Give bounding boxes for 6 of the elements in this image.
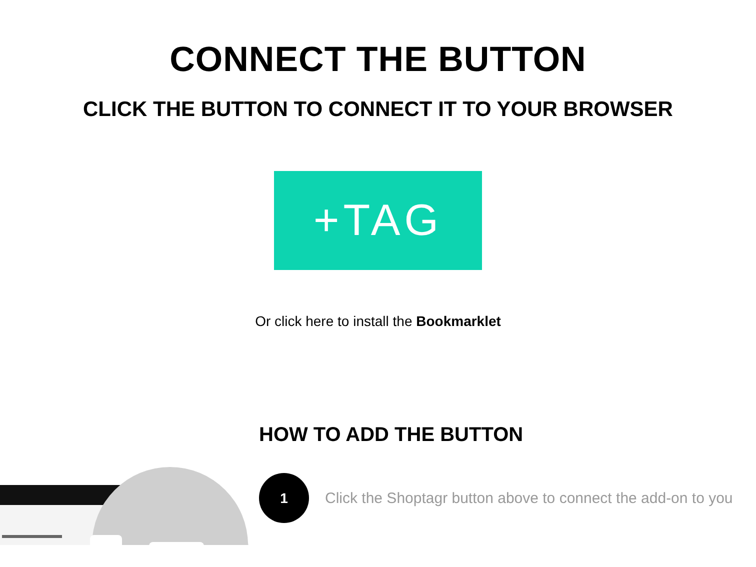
page-title: CONNECT THE BUTTON <box>170 40 586 80</box>
bookmarklet-link[interactable]: Or click here to install the Bookmarklet <box>255 312 501 330</box>
step-text: Click the Shoptagr button above to connect the add-on to you <box>325 490 733 506</box>
page-subtitle: CLICK THE BUTTON TO CONNECT IT TO YOUR BROWSER <box>83 97 673 123</box>
step-number-badge: 1 <box>259 473 309 523</box>
section-heading: HOW TO ADD THE BUTTON <box>259 423 524 447</box>
